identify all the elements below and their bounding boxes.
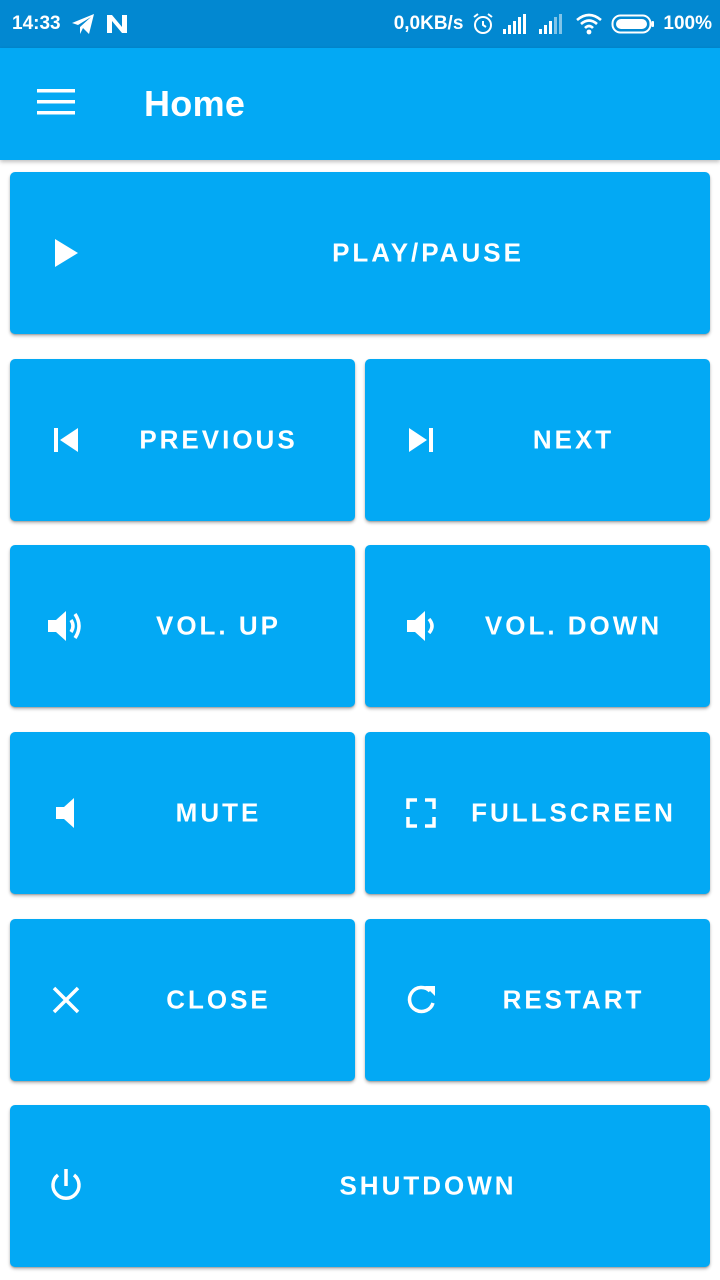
wifi-icon — [575, 13, 603, 35]
close-label: CLOSE — [166, 984, 271, 1015]
close-button[interactable]: CLOSE — [10, 919, 355, 1081]
skip-previous-icon — [42, 416, 90, 464]
refresh-icon — [397, 976, 445, 1024]
status-bar-left: 14:33 — [12, 13, 129, 35]
restart-label: RESTART — [502, 984, 645, 1015]
skip-next-icon — [397, 416, 445, 464]
n-notification-icon — [105, 13, 129, 35]
vol-up-label: VOL. UP — [155, 610, 281, 641]
network-speed: 0,0KB/s — [393, 13, 464, 34]
controls-grid: PLAY/PAUSE PREVIOUS NEXT VOL. UP VOL. DO… — [0, 160, 720, 1280]
shutdown-label: SHUTDOWN — [339, 1170, 517, 1201]
vol-up-button[interactable]: VOL. UP — [10, 545, 355, 707]
fullscreen-label: FULLSCREEN — [471, 797, 676, 828]
play-pause-button[interactable]: PLAY/PAUSE — [10, 172, 710, 334]
play-pause-label: PLAY/PAUSE — [332, 237, 524, 268]
status-bar-right: 0,0KB/s 100% — [394, 12, 712, 36]
alarm-icon — [471, 12, 495, 36]
hamburger-menu-icon — [36, 87, 76, 122]
battery-percent: 100% — [663, 13, 712, 34]
status-time: 14:33 — [12, 13, 61, 34]
telegram-icon — [71, 13, 95, 35]
app-bar: Home — [0, 48, 720, 160]
fullscreen-icon — [397, 789, 445, 837]
volume-mute-icon — [42, 789, 90, 837]
page-title: Home — [144, 83, 246, 124]
previous-label: PREVIOUS — [139, 424, 298, 455]
volume-down-icon — [397, 602, 445, 650]
signal-icon — [503, 14, 531, 34]
next-label: NEXT — [532, 424, 615, 455]
signal-icon — [539, 14, 567, 34]
status-bar: 14:33 0,0KB/s 100% — [0, 0, 720, 48]
vol-down-button[interactable]: VOL. DOWN — [365, 545, 710, 707]
mute-button[interactable]: MUTE — [10, 732, 355, 894]
play-icon — [42, 229, 90, 277]
restart-button[interactable]: RESTART — [365, 919, 710, 1081]
volume-up-icon — [42, 602, 90, 650]
battery-icon — [611, 13, 655, 35]
previous-button[interactable]: PREVIOUS — [10, 359, 355, 521]
vol-down-label: VOL. DOWN — [484, 610, 663, 641]
menu-button[interactable] — [0, 48, 112, 160]
fullscreen-button[interactable]: FULLSCREEN — [365, 732, 710, 894]
next-button[interactable]: NEXT — [365, 359, 710, 521]
close-icon — [42, 976, 90, 1024]
power-icon — [42, 1162, 90, 1210]
mute-label: MUTE — [175, 797, 262, 828]
shutdown-button[interactable]: SHUTDOWN — [10, 1105, 710, 1267]
